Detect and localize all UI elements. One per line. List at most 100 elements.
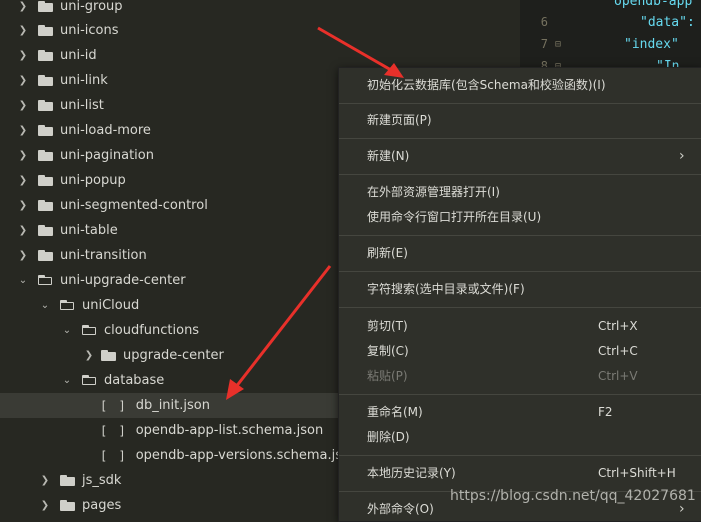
menu-item-text-search[interactable]: 字符搜索(选中目录或文件)(F) <box>339 276 701 301</box>
menu-item-label: 字符搜索(选中目录或文件)(F) <box>367 282 525 296</box>
folder-open-icon <box>38 275 53 286</box>
chevron-right-icon[interactable]: ❯ <box>40 468 50 493</box>
file-icon: [ ] <box>100 423 128 438</box>
menu-item-shortcut: Ctrl+Shift+H <box>598 465 676 480</box>
tree-item-label: js_sdk <box>82 473 122 488</box>
menu-item-label: 初始化云数据库(包含Schema和校验函数)(I) <box>367 78 606 92</box>
menu-item-label: 使用命令行窗口打开所在目录(U) <box>367 210 542 224</box>
menu-item-label: 新建(N) <box>367 149 410 163</box>
line-number: 6 <box>540 15 548 29</box>
chevron-down-icon[interactable]: ⌄ <box>62 318 72 343</box>
chevron-right-icon[interactable]: ❯ <box>18 18 28 43</box>
folder-icon <box>38 125 53 136</box>
menu-item-cut[interactable]: 剪切(T) Ctrl+X <box>339 313 701 338</box>
menu-separator <box>339 455 701 456</box>
tree-item-label: uni-pagination <box>60 148 154 163</box>
menu-item-label: 刷新(E) <box>367 246 408 260</box>
folder-icon <box>38 225 53 236</box>
fold-icon[interactable]: ⊟ <box>552 39 564 50</box>
tree-item-label: uni-list <box>60 98 104 113</box>
folder-icon <box>38 75 53 86</box>
chevron-right-icon[interactable]: ❯ <box>18 143 28 168</box>
menu-item-label: 粘贴(P) <box>367 369 408 383</box>
tree-item-label: cloudfunctions <box>104 323 200 338</box>
menu-item-label: 本地历史记录(Y) <box>367 466 456 480</box>
chevron-down-icon[interactable]: ⌄ <box>18 268 28 293</box>
line-number: 7 <box>540 37 548 51</box>
tree-item-uni-group[interactable]: ❯ uni-group <box>0 0 520 19</box>
chevron-right-icon[interactable]: ❯ <box>18 68 28 93</box>
menu-item-local-history[interactable]: 本地历史记录(Y) Ctrl+Shift+H <box>339 460 701 485</box>
tree-item-uni-id[interactable]: ❯ uni-id <box>0 43 520 68</box>
context-menu: 初始化云数据库(包含Schema和校验函数)(I) 新建页面(P) 新建(N) … <box>338 67 701 522</box>
chevron-right-icon[interactable]: ❯ <box>84 343 94 368</box>
menu-item-label: 剪切(T) <box>367 319 408 333</box>
tree-item-label: uni-load-more <box>60 123 151 138</box>
chevron-down-icon[interactable]: ⌄ <box>40 293 50 318</box>
tree-item-label: uni-upgrade-center <box>60 273 186 288</box>
menu-item-open-in-terminal[interactable]: 使用命令行窗口打开所在目录(U) <box>339 204 701 229</box>
code-text: "index" <box>624 36 679 52</box>
folder-icon <box>38 200 53 211</box>
chevron-right-icon[interactable]: ❯ <box>18 193 28 218</box>
menu-item-rename[interactable]: 重命名(M) F2 <box>339 399 701 424</box>
menu-item-open-in-explorer[interactable]: 在外部资源管理器打开(I) <box>339 179 701 204</box>
chevron-right-icon[interactable]: ❯ <box>18 0 28 19</box>
file-icon: [ ] <box>100 448 128 463</box>
chevron-right-icon[interactable]: ❯ <box>18 218 28 243</box>
tree-item-label: pages <box>82 498 122 513</box>
code-text: opendb-app <box>614 0 693 9</box>
menu-item-refresh[interactable]: 刷新(E) <box>339 240 701 265</box>
chevron-right-icon[interactable]: ❯ <box>40 493 50 518</box>
tree-item-label: db_init.json <box>135 398 210 413</box>
menu-item-label: 重命名(M) <box>367 405 423 419</box>
menu-separator <box>339 271 701 272</box>
folder-icon <box>38 1 53 12</box>
chevron-right-icon[interactable]: ❯ <box>18 43 28 68</box>
folder-icon <box>38 100 53 111</box>
menu-item-shortcut: Ctrl+V <box>598 368 638 383</box>
code-text: "data": <box>640 14 695 30</box>
menu-item-new[interactable]: 新建(N) › <box>339 143 701 168</box>
menu-item-paste[interactable]: 粘贴(P) Ctrl+V <box>339 363 701 388</box>
menu-separator <box>339 394 701 395</box>
tree-item-label: uni-icons <box>60 23 119 38</box>
chevron-right-icon[interactable]: ❯ <box>18 93 28 118</box>
menu-item-label: 删除(D) <box>367 430 410 444</box>
menu-item-init-cloud-db[interactable]: 初始化云数据库(包含Schema和校验函数)(I) <box>339 72 701 97</box>
menu-item-delete[interactable]: 删除(D) <box>339 424 701 449</box>
tree-item-label: uni-transition <box>60 248 147 263</box>
tree-item-label: uniCloud <box>82 298 140 313</box>
folder-icon <box>101 350 116 361</box>
menu-separator <box>339 307 701 308</box>
menu-item-label: 复制(C) <box>367 344 409 358</box>
tree-item-label: upgrade-center <box>123 348 224 363</box>
menu-item-shortcut: F2 <box>598 404 613 419</box>
code-line: 6 "data": <box>520 11 701 33</box>
folder-icon <box>38 25 53 36</box>
tree-item-label: uni-table <box>60 223 118 238</box>
folder-icon <box>60 500 75 511</box>
tree-item-uni-icons[interactable]: ❯ uni-icons <box>0 18 520 43</box>
tree-item-label: uni-id <box>60 48 97 63</box>
tree-item-label: uni-popup <box>60 173 126 188</box>
menu-separator <box>339 103 701 104</box>
tree-item-label: database <box>104 373 165 388</box>
menu-item-label: 在外部资源管理器打开(I) <box>367 185 500 199</box>
menu-item-copy[interactable]: 复制(C) Ctrl+C <box>339 338 701 363</box>
folder-open-icon <box>60 300 75 311</box>
chevron-right-icon[interactable]: ❯ <box>18 118 28 143</box>
tree-item-label: uni-group <box>60 0 123 14</box>
menu-item-label: 新建页面(P) <box>367 113 432 127</box>
menu-item-new-page[interactable]: 新建页面(P) <box>339 107 701 132</box>
menu-separator <box>339 174 701 175</box>
chevron-down-icon[interactable]: ⌄ <box>62 368 72 393</box>
menu-separator <box>339 138 701 139</box>
file-icon: [ ] <box>100 398 128 413</box>
folder-icon <box>38 50 53 61</box>
menu-separator <box>339 235 701 236</box>
tree-item-label: opendb-app-list.schema.json <box>135 423 324 438</box>
chevron-right-icon[interactable]: ❯ <box>18 243 28 268</box>
folder-icon <box>38 150 53 161</box>
chevron-right-icon[interactable]: ❯ <box>18 168 28 193</box>
